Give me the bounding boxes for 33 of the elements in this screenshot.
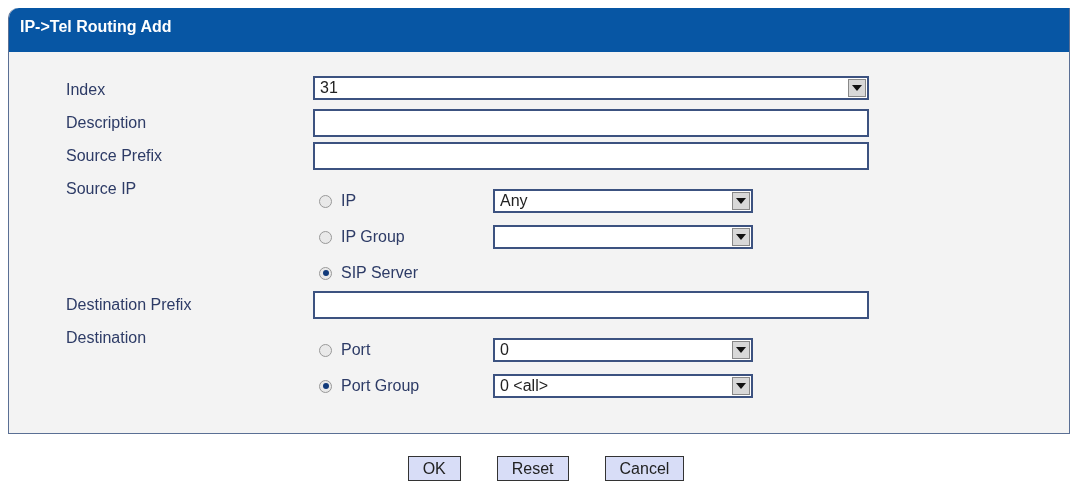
radio-label: Port Group — [341, 376, 420, 396]
dropdown[interactable]: 0 — [493, 338, 753, 362]
dropdown[interactable]: Any — [493, 189, 753, 213]
radio-label: Port — [341, 340, 371, 360]
radio-button[interactable] — [319, 343, 332, 357]
dropdown-arrow-icon — [852, 85, 862, 91]
input-field[interactable] — [313, 142, 869, 170]
input-field[interactable] — [313, 291, 869, 319]
field-label: Source Prefix — [66, 146, 164, 166]
input-field[interactable] — [313, 109, 869, 137]
radio-button[interactable] — [319, 266, 332, 280]
radio-label: IP Group — [341, 227, 405, 247]
dropdown-arrow-icon — [736, 234, 746, 240]
radio-button[interactable] — [319, 379, 332, 393]
field-label: Index — [66, 80, 107, 100]
dropdown-arrow-icon — [736, 198, 746, 204]
dropdown[interactable]: 31 — [313, 76, 869, 100]
form-button[interactable]: Reset — [496, 456, 569, 481]
dropdown[interactable] — [493, 225, 753, 249]
radio-button[interactable] — [319, 194, 332, 208]
radio-label: SIP Server — [341, 263, 419, 283]
field-label: Source IP — [66, 179, 138, 199]
radio-label: IP — [341, 191, 357, 211]
dropdown-arrow-icon — [736, 383, 746, 389]
panel-title: IP->Tel Routing Add — [9, 8, 1069, 52]
dropdown-arrow-icon — [736, 347, 746, 353]
form-button[interactable]: Cancel — [604, 456, 685, 481]
radio-button[interactable] — [319, 230, 332, 244]
form-button[interactable]: OK — [407, 456, 461, 481]
field-label: Destination Prefix — [66, 295, 193, 315]
dropdown[interactable]: 0 <all> — [493, 374, 753, 398]
field-label: Destination — [66, 328, 148, 348]
field-label: Description — [66, 113, 148, 133]
